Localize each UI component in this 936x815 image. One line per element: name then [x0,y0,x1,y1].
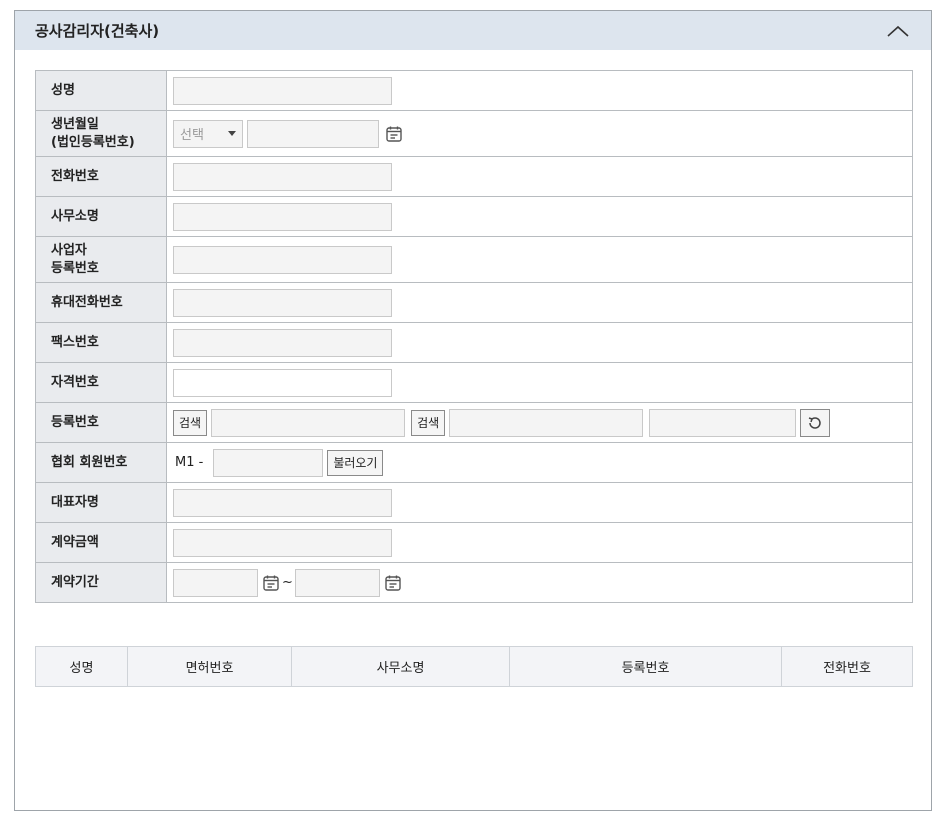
calendar-icon[interactable] [385,125,403,143]
phone-input[interactable] [173,162,392,191]
column-header-regno: 등록번호 [509,646,782,687]
name-input[interactable] [173,76,392,105]
amount-input[interactable] [173,528,392,557]
office-label: 사무소명 [35,196,167,237]
biz-label-line1: 사업자 [51,242,87,258]
mobile-input[interactable] [173,288,392,317]
period-separator: ~ [282,575,293,590]
refresh-button[interactable] [800,408,831,437]
birth-label-line1: 생년월일 [51,116,99,132]
panel-header: 공사감리자(건축사) [15,11,931,50]
calendar-icon[interactable] [384,574,402,592]
rep-input[interactable] [173,488,392,517]
column-header-license: 면허번호 [127,646,292,687]
period-start-input[interactable] [173,568,258,597]
phone-label: 전화번호 [35,156,167,197]
rep-label: 대표자명 [35,482,167,523]
regno-input-1[interactable] [211,408,406,437]
supervisor-form: 성명 생년월일 (법인등록번호) 선택 전화번호 사무소명 사업자 등록번호 휴… [35,70,913,603]
calendar-icon[interactable] [262,574,280,592]
birth-label: 생년월일 (법인등록번호) [35,110,167,157]
mobile-label: 휴대전화번호 [35,282,167,323]
license-input[interactable] [173,368,392,397]
amount-label: 계약금액 [35,522,167,563]
column-header-name: 성명 [35,646,128,687]
supervisor-list-table: 성명 면허번호 사무소명 등록번호 전화번호 [35,646,913,687]
chevron-up-icon[interactable] [885,18,911,44]
regno-input-2[interactable] [449,408,644,437]
assoc-label: 협회 회원번호 [35,442,167,483]
office-input[interactable] [173,202,392,231]
regno-input-3[interactable] [649,408,797,437]
load-button[interactable]: 불러오기 [327,449,384,476]
column-header-phone: 전화번호 [781,646,913,687]
period-label: 계약기간 [35,562,167,603]
birth-input[interactable] [247,119,379,148]
column-header-office: 사무소명 [291,646,510,687]
table-header-row: 성명 면허번호 사무소명 등록번호 전화번호 [35,646,913,687]
panel-title: 공사감리자(건축사) [35,22,160,40]
fax-input[interactable] [173,328,392,357]
assoc-number-input[interactable] [213,448,324,477]
search-button-1[interactable]: 검색 [173,409,208,436]
biz-label-line2: 등록번호 [51,260,99,276]
biz-label: 사업자 등록번호 [35,236,167,283]
name-label: 성명 [35,70,167,111]
birth-type-select[interactable]: 선택 [173,119,243,148]
supervisor-panel: 공사감리자(건축사) 성명 생년월일 (법인등록번호) 선택 전화번호 사무소명… [14,10,932,811]
license-label: 자격번호 [35,362,167,403]
caret-down-icon [228,131,236,136]
search-button-2[interactable]: 검색 [411,409,446,436]
birth-type-select-value: 선택 [180,128,204,143]
birth-label-line2: (법인등록번호) [51,134,135,150]
assoc-prefix: M1 - [175,455,204,470]
refresh-icon [808,416,821,429]
period-end-input[interactable] [294,568,380,597]
fax-label: 팩스번호 [35,322,167,363]
biz-number-input[interactable] [173,245,392,274]
regno-label: 등록번호 [35,402,167,443]
